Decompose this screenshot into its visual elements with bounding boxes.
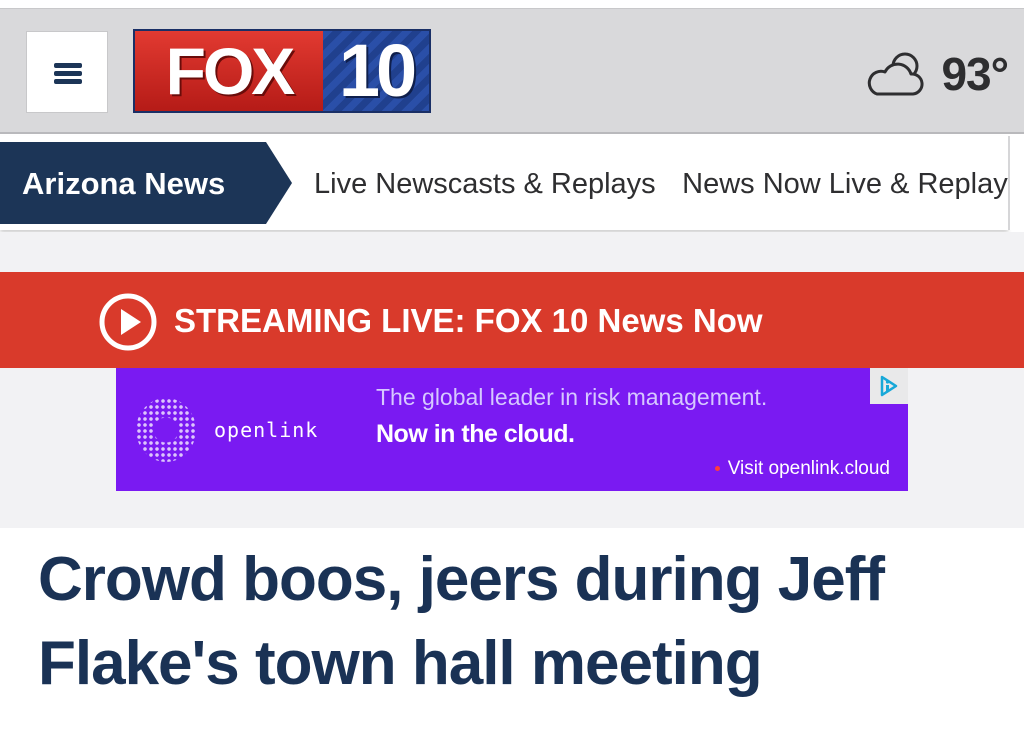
ad-headline: Now in the cloud.: [376, 420, 575, 448]
weather-widget[interactable]: 93°: [863, 39, 1009, 109]
site-header: FOX 10 93°: [0, 8, 1024, 134]
ad-brand: openlink: [214, 418, 319, 442]
partly-cloudy-icon: [868, 52, 924, 96]
cta-bullet-icon: [714, 466, 720, 472]
streaming-live-text: STREAMING LIVE: FOX 10 News Now: [174, 302, 763, 339]
nav-links: Live Newscasts & Replays News Now Live &…: [314, 168, 1008, 208]
temperature: 93°: [941, 48, 1009, 100]
openlink-ad-banner[interactable]: openlink The global leader in risk manag…: [116, 368, 908, 491]
openlink-logo-icon: [136, 398, 196, 462]
nav-item-news-now-live[interactable]: News Now Live & Replays: [682, 168, 1008, 201]
logo-channel: 10: [323, 31, 429, 111]
article-headline: Crowd boos, jeers during Jeff Flake's to…: [38, 545, 885, 698]
page-background: [0, 232, 1024, 272]
adchoices-icon[interactable]: [870, 368, 908, 404]
nav-item-arizona-news[interactable]: Arizona News: [0, 142, 292, 224]
top-edge: [0, 0, 1024, 8]
streaming-live-banner[interactable]: STREAMING LIVE: FOX 10 News Now: [0, 272, 1024, 368]
section-nav: Arizona News Live Newscasts & Replays Ne…: [0, 136, 1008, 230]
ad-cta-link[interactable]: Visit openlink.cloud: [714, 458, 890, 480]
nav-item-live-newscasts[interactable]: Live Newscasts & Replays: [314, 168, 656, 201]
logo-brand: FOX: [135, 31, 323, 111]
menu-button[interactable]: [26, 31, 108, 113]
ad-tagline: The global leader in risk management.: [376, 384, 768, 410]
play-circle-icon: [99, 293, 157, 351]
nav-scroll-edge: [1008, 136, 1024, 230]
fox10-logo[interactable]: FOX 10: [133, 29, 431, 113]
nav-active-label: Arizona News: [22, 166, 226, 201]
adchoices-glyph: [880, 375, 898, 397]
ad-cta-text: Visit openlink.cloud: [727, 458, 890, 479]
